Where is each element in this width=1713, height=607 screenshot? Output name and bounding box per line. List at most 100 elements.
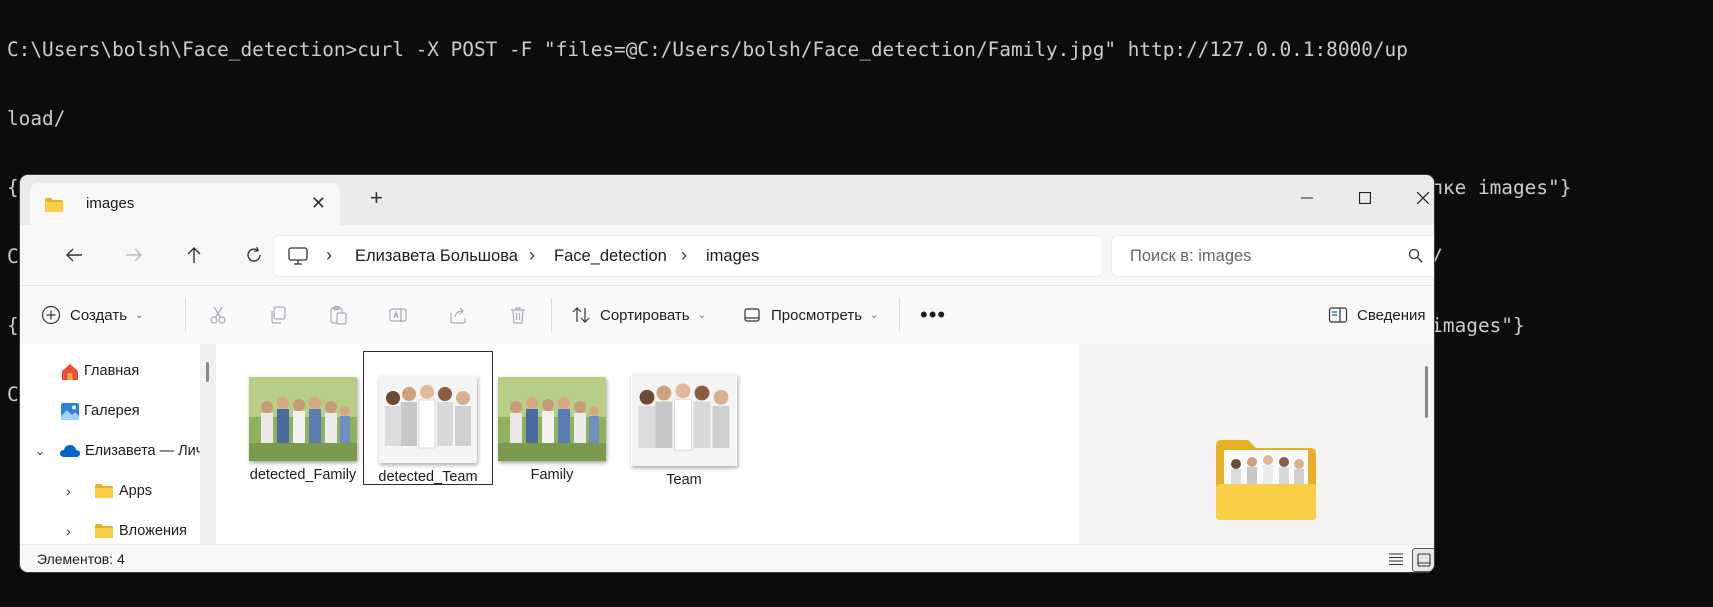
nav-item-gallery[interactable]: Галерея xyxy=(60,398,140,424)
computer-icon xyxy=(288,247,308,265)
file-detected-family[interactable]: detected_Family xyxy=(239,377,367,483)
details-label: Сведения xyxy=(1357,306,1426,324)
search-box[interactable]: Поиск в: images xyxy=(1111,235,1434,277)
back-button[interactable] xyxy=(59,240,89,270)
delete-button[interactable] xyxy=(506,303,530,327)
file-family[interactable]: Family xyxy=(488,377,616,483)
close-icon xyxy=(1417,192,1429,204)
more-options-button[interactable]: ••• xyxy=(920,286,946,344)
chevron-down-icon: ⌄ xyxy=(697,309,707,321)
maximize-icon xyxy=(1359,192,1371,204)
tab-images[interactable]: images ✕ xyxy=(30,183,340,225)
paste-icon xyxy=(330,305,347,325)
nav-scrollbar[interactable] xyxy=(200,344,216,544)
gallery-icon xyxy=(61,402,79,420)
chevron-right-icon: › xyxy=(326,245,332,265)
search-placeholder: Поиск в: images xyxy=(1130,247,1252,265)
nav-attachments-label: Вложения xyxy=(119,523,187,539)
toolbar-divider xyxy=(551,298,552,332)
thumbnail-view-icon xyxy=(1417,553,1431,567)
file-explorer-window: images ✕ + › Елизавета Большова › Face_d… xyxy=(20,175,1434,572)
copy-button[interactable] xyxy=(266,303,290,327)
chevron-down-icon[interactable]: ⌄ xyxy=(35,444,59,458)
close-window-button[interactable] xyxy=(1400,183,1434,213)
file-team[interactable]: Team xyxy=(620,374,748,488)
create-button[interactable]: Создать ⌄ xyxy=(41,286,143,344)
nav-home-label: Главная xyxy=(84,363,140,379)
file-detected-team[interactable]: detected_Team xyxy=(363,351,493,485)
navigation-pane: Главная Галерея ⌄ Елизавета — Личное › A… xyxy=(20,344,200,544)
nav-item-attachments[interactable]: › Вложения xyxy=(66,518,187,544)
navigation-bar: › Елизавета Большова › Face_detection › … xyxy=(20,225,1434,285)
image-thumbnail xyxy=(632,374,736,466)
file-name: Family xyxy=(530,467,574,483)
file-name: detected_Family xyxy=(249,467,357,483)
large-icons-view-button[interactable] xyxy=(1412,548,1434,572)
preview-scrollbar[interactable] xyxy=(1418,344,1434,544)
nav-item-apps[interactable]: › Apps xyxy=(66,478,152,504)
arrow-right-icon xyxy=(126,248,142,262)
toolbar-divider xyxy=(185,298,186,332)
cut-button[interactable] xyxy=(206,303,230,327)
minimize-icon xyxy=(1301,197,1313,199)
arrow-left-icon xyxy=(66,248,82,262)
command-bar: Создать ⌄ Сортировать ⌄ Просмотреть ⌄ ••… xyxy=(20,285,1434,345)
rename-button[interactable] xyxy=(386,303,410,327)
file-name: detected_Team xyxy=(378,469,478,485)
close-tab-icon[interactable]: ✕ xyxy=(311,193,326,214)
breadcrumb-face-detection[interactable]: Face_detection xyxy=(554,247,667,266)
maximize-button[interactable] xyxy=(1342,183,1388,213)
paste-button[interactable] xyxy=(326,303,350,327)
forward-button[interactable] xyxy=(119,240,149,270)
chevron-right-icon[interactable]: › xyxy=(66,523,94,539)
sort-icon xyxy=(572,307,590,323)
search-icon xyxy=(1408,248,1423,263)
chevron-right-icon[interactable]: › xyxy=(66,483,94,499)
copy-icon xyxy=(271,306,286,324)
file-name: Team xyxy=(666,472,702,488)
view-button[interactable]: Просмотреть ⌄ xyxy=(743,286,878,344)
refresh-button[interactable] xyxy=(239,240,269,270)
chevron-down-icon: ⌄ xyxy=(870,309,879,321)
more-icon: ••• xyxy=(920,302,947,327)
scrollbar-thumb[interactable] xyxy=(206,362,209,382)
plus-circle-icon xyxy=(41,305,61,325)
chevron-right-icon: › xyxy=(529,245,535,265)
status-bar: Элементов: 4 xyxy=(20,544,1434,572)
item-count: Элементов: 4 xyxy=(37,551,125,567)
folder-preview-icon xyxy=(1216,440,1316,520)
scrollbar-thumb[interactable] xyxy=(1425,366,1428,418)
new-tab-button[interactable]: + xyxy=(370,185,383,211)
list-view-icon xyxy=(1389,553,1403,565)
details-view-button[interactable] xyxy=(1385,548,1407,570)
address-bar[interactable]: › Елизавета Большова › Face_detection › … xyxy=(273,235,1103,277)
view-label: Просмотреть xyxy=(771,306,863,324)
refresh-icon xyxy=(247,246,261,262)
nav-gallery-label: Галерея xyxy=(84,403,140,419)
breadcrumb-user[interactable]: Елизавета Большова xyxy=(355,247,518,266)
scissors-icon xyxy=(210,306,226,324)
nav-item-onedrive[interactable]: ⌄ Елизавета — Личное xyxy=(35,438,200,464)
home-icon xyxy=(62,363,78,380)
sort-button[interactable]: Сортировать ⌄ xyxy=(571,286,706,344)
image-thumbnail xyxy=(379,376,477,463)
chevron-right-icon: › xyxy=(681,245,687,265)
explorer-body: Главная Галерея ⌄ Елизавета — Личное › A… xyxy=(20,344,1434,544)
folder-icon xyxy=(45,198,63,212)
tab-title: images xyxy=(86,195,135,212)
image-thumbnail xyxy=(249,377,357,461)
minimize-button[interactable] xyxy=(1284,183,1330,213)
toolbar-divider xyxy=(899,298,900,332)
details-button[interactable]: Сведения xyxy=(1328,286,1426,344)
share-button[interactable] xyxy=(446,303,470,327)
arrow-up-icon xyxy=(187,247,201,263)
up-button[interactable] xyxy=(179,240,209,270)
terminal-line: C:\Users\bolsh\Face_detection>curl -X PO… xyxy=(7,38,1408,61)
nav-apps-label: Apps xyxy=(119,483,153,499)
breadcrumb-images[interactable]: images xyxy=(706,247,759,266)
preview-pane xyxy=(1079,344,1434,544)
nav-item-home[interactable]: Главная xyxy=(60,358,139,384)
folder-icon xyxy=(95,484,113,498)
trash-icon xyxy=(511,307,525,324)
create-label: Создать xyxy=(70,306,128,324)
